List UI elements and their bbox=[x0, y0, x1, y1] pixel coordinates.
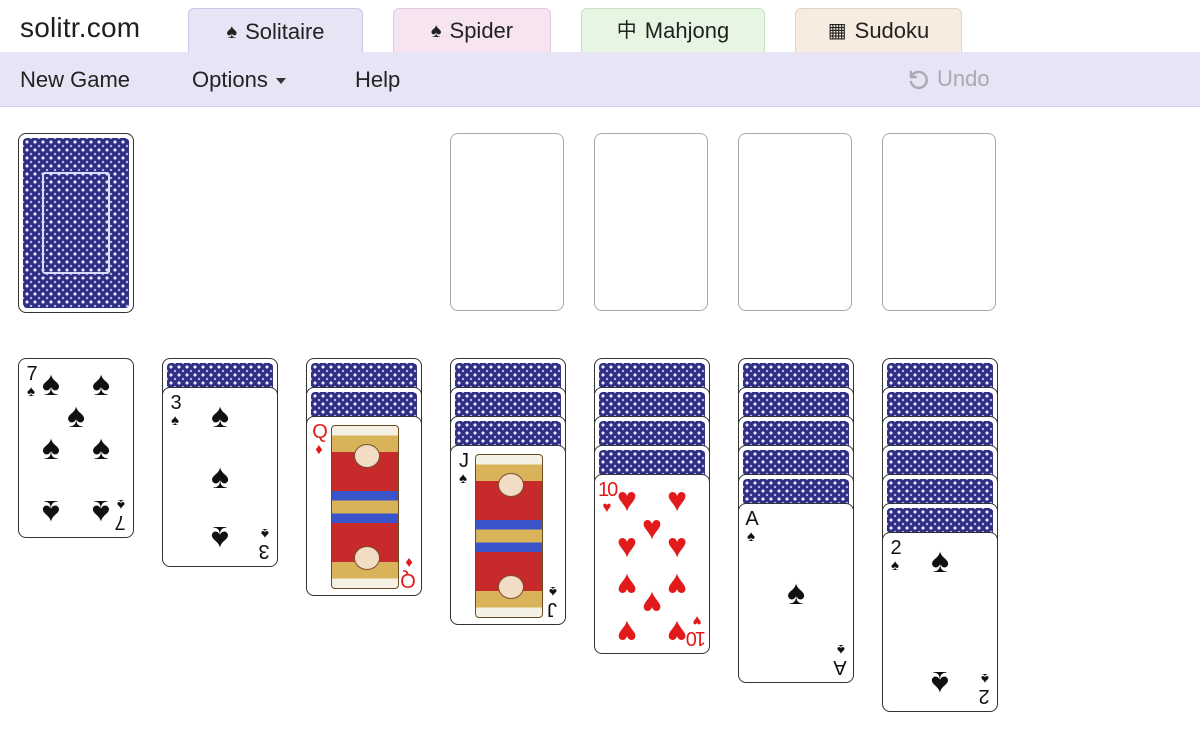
spades-pip-icon: ♠ bbox=[210, 458, 230, 496]
card-rank: A bbox=[745, 508, 758, 530]
card-rank: 3 bbox=[170, 392, 181, 414]
spades-pip-icon: ♠ bbox=[930, 663, 950, 702]
spades-suit-icon: ♠ bbox=[981, 670, 989, 687]
card-corner-index: A ♠ bbox=[742, 508, 760, 546]
spades-pip-icon: ♠ bbox=[930, 542, 950, 581]
tab-solitaire[interactable]: ♠ Solitaire bbox=[188, 8, 363, 54]
spades-pip-icon: ♠ bbox=[41, 364, 60, 403]
hearts-pip-icon: ♥ bbox=[666, 527, 688, 566]
card-rank: Q bbox=[402, 569, 416, 591]
hearts-pip-icon: ♥ bbox=[616, 527, 637, 566]
spades-pip-icon: ♠ bbox=[41, 429, 60, 467]
tab-label: Spider bbox=[449, 17, 514, 43]
options-menu[interactable]: Options bbox=[192, 67, 286, 93]
card-q-of-diamonds[interactable]: Q ♦ Q ♦ bbox=[306, 416, 422, 596]
card-a-of-spades[interactable]: A ♠ A ♠ ♠ bbox=[738, 503, 854, 683]
card-corner-index: J ♠ bbox=[544, 582, 562, 620]
spades-suit-icon: ♠ bbox=[891, 557, 899, 574]
card-rank: 2 bbox=[890, 537, 901, 559]
card-corner-index: 2 ♠ bbox=[886, 537, 904, 575]
card-rank: 2 bbox=[980, 685, 990, 707]
help-button[interactable]: Help bbox=[355, 67, 400, 93]
foundation-slot-4[interactable] bbox=[882, 133, 996, 311]
spades-suit-icon: ♠ bbox=[747, 528, 755, 545]
card-rank: J bbox=[459, 450, 469, 472]
undo-icon bbox=[909, 70, 928, 90]
card-rank: A bbox=[835, 656, 847, 678]
spades-suit-icon: ♠ bbox=[261, 525, 269, 542]
tab-label: Solitaire bbox=[245, 18, 325, 44]
mahjong-tile-icon: 中 bbox=[616, 19, 637, 42]
site-logo[interactable]: solitr.com bbox=[20, 12, 140, 44]
tab-mahjong[interactable]: 中 Mahjong bbox=[581, 8, 765, 52]
diamonds-suit-icon: ♦ bbox=[315, 441, 323, 458]
court-card-illustration bbox=[331, 425, 399, 589]
spades-pip-icon: ♠ bbox=[210, 397, 230, 436]
spades-pip-icon: ♠ bbox=[92, 429, 111, 467]
spade-icon: ♠ bbox=[430, 19, 442, 42]
card-corner-index: Q ♦ bbox=[310, 421, 328, 459]
card-back-pattern bbox=[23, 138, 129, 308]
spades-pip-icon: ♠ bbox=[66, 396, 86, 435]
card-corner-index: A ♠ bbox=[832, 640, 850, 678]
card-corner-index: 3 ♠ bbox=[166, 392, 184, 430]
grid-icon: ▦ bbox=[827, 19, 847, 42]
site-header: solitr.com ♠ Solitaire ♠ Spider 中 Mahjon… bbox=[0, 0, 1200, 54]
card-rank: Q bbox=[312, 421, 328, 443]
card-3-of-spades[interactable]: 3 ♠ 3 ♠ ♠ ♠ ♠ bbox=[162, 387, 278, 567]
spades-suit-icon: ♠ bbox=[549, 583, 557, 600]
hearts-pip-icon: ♥ bbox=[666, 612, 688, 651]
tab-label: Mahjong bbox=[644, 17, 730, 43]
tab-label: Sudoku bbox=[854, 17, 930, 43]
card-corner-index: J ♠ bbox=[454, 450, 472, 488]
undo-button[interactable]: Undo bbox=[905, 66, 990, 92]
spades-suit-icon: ♠ bbox=[171, 412, 179, 429]
new-game-button[interactable]: New Game bbox=[20, 67, 130, 93]
caret-down-icon bbox=[275, 78, 286, 85]
card-2-of-spades[interactable]: 2 ♠ 2 ♠ ♠ ♠ bbox=[882, 532, 998, 712]
stock-pile[interactable] bbox=[18, 133, 134, 313]
foundation-slot-3[interactable] bbox=[738, 133, 852, 311]
foundation-slot-1[interactable] bbox=[450, 133, 564, 311]
card-7-of-spades[interactable]: 7 ♠ 7 ♠ ♠ ♠ ♠ ♠ ♠ ♠ ♠ bbox=[18, 358, 134, 538]
spades-pip-icon: ♠ bbox=[210, 518, 230, 557]
menu-bar: New Game Options Help Undo bbox=[0, 52, 1200, 107]
card-j-of-spades[interactable]: J ♠ J ♠ bbox=[450, 445, 566, 625]
spades-suit-icon: ♠ bbox=[459, 470, 467, 487]
card-corner-index: 2 ♠ bbox=[976, 669, 994, 707]
spades-pip-icon: ♠ bbox=[786, 574, 806, 612]
card-corner-index: Q ♦ bbox=[400, 553, 418, 591]
spades-pip-icon: ♠ bbox=[92, 364, 111, 403]
spades-pip-icon: ♠ bbox=[41, 493, 60, 532]
card-rank: J bbox=[549, 598, 557, 620]
tab-spider[interactable]: ♠ Spider bbox=[393, 8, 551, 52]
spades-pip-icon: ♠ bbox=[92, 493, 111, 532]
card-rank: 3 bbox=[260, 540, 270, 562]
spade-icon: ♠ bbox=[226, 20, 238, 43]
undo-label: Undo bbox=[937, 66, 990, 91]
court-card-illustration bbox=[475, 454, 543, 618]
foundation-slot-2[interactable] bbox=[594, 133, 708, 311]
card-10-of-hearts[interactable]: 10 ♥ 10 ♥ ♥ ♥ ♥ ♥ ♥ ♥ ♥ ♥ ♥ ♥ bbox=[594, 474, 710, 654]
tab-sudoku[interactable]: ▦ Sudoku bbox=[795, 8, 962, 52]
hearts-pip-icon: ♥ bbox=[616, 612, 637, 651]
options-label: Options bbox=[192, 67, 268, 92]
card-corner-index: 3 ♠ bbox=[256, 524, 274, 562]
